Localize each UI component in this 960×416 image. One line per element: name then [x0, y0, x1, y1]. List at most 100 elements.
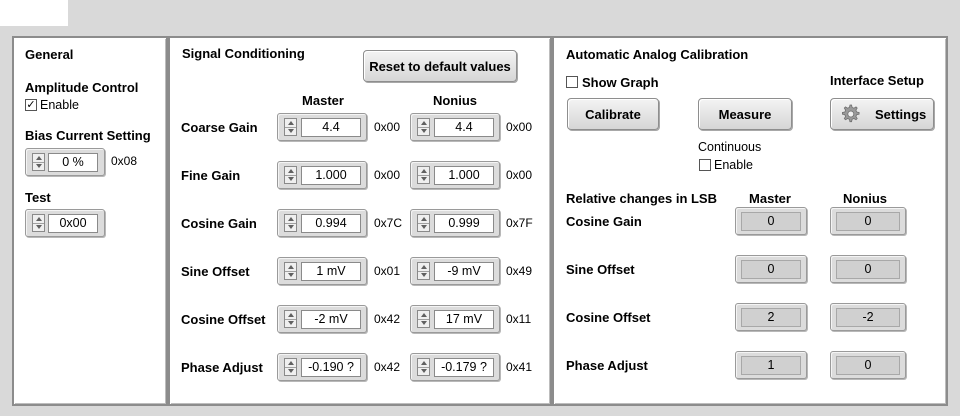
fine-gain-master-hex: 0x00: [374, 168, 401, 182]
cosine-gain-master-control[interactable]: 0.994: [277, 209, 367, 237]
fine-gain-nonius-input[interactable]: 1.000: [434, 166, 494, 185]
cosine-offset-master-input[interactable]: -2 mV: [301, 310, 361, 329]
master-header: Master: [302, 93, 344, 108]
cosine-offset-master-hex: 0x42: [374, 312, 401, 326]
bias-current-label: Bias Current Setting: [25, 128, 151, 143]
auto-master-header: Master: [749, 191, 791, 206]
spinner-arrows-icon[interactable]: [417, 358, 430, 376]
cosine-offset-master-control[interactable]: -2 mV: [277, 305, 367, 333]
coarse-gain-nonius-input[interactable]: 4.4: [434, 118, 494, 137]
coarse-gain-master-input[interactable]: 4.4: [301, 118, 361, 137]
spinner-arrows-icon[interactable]: [284, 214, 297, 232]
lsb-cosine-gain-nonius-value: 0: [836, 212, 900, 231]
bias-current-input[interactable]: 0 %: [48, 153, 98, 172]
continuous-enable-checkbox[interactable]: [699, 159, 711, 171]
amplitude-enable-label: Enable: [40, 98, 79, 112]
checkmark-icon: ✓: [26, 99, 36, 111]
phase-adjust-master-hex: 0x42: [374, 360, 401, 374]
cosine-gain-master-hex: 0x7C: [374, 216, 403, 230]
lsb-phase-adjust-master-indicator: 1: [735, 351, 807, 379]
general-title: General: [25, 47, 74, 62]
calibrate-button[interactable]: Calibrate: [567, 98, 659, 130]
sine-offset-nonius-control[interactable]: -9 mV: [410, 257, 500, 285]
lsb-sine-offset-master-indicator: 0: [735, 255, 807, 283]
nonius-header: Nonius: [432, 93, 478, 108]
continuous-enable-label: Enable: [714, 158, 753, 172]
coarse-gain-master-hex: 0x00: [374, 120, 401, 134]
gear-icon: [842, 104, 860, 123]
cosine-offset-nonius-control[interactable]: 17 mV: [410, 305, 500, 333]
top-strip: [0, 0, 960, 26]
spinner-arrows-icon[interactable]: [32, 153, 45, 171]
general-panel: General Amplitude Control ✓ Enable Bias …: [12, 36, 168, 406]
cosine-gain-nonius-hex: 0x7F: [506, 216, 533, 230]
sine-offset-label: Sine Offset: [181, 264, 250, 279]
lsb-cosine-gain-label: Cosine Gain: [566, 214, 642, 229]
sine-offset-master-control[interactable]: 1 mV: [277, 257, 367, 285]
coarse-gain-nonius-control[interactable]: 4.4: [410, 113, 500, 141]
cosine-gain-master-input[interactable]: 0.994: [301, 214, 361, 233]
spinner-arrows-icon[interactable]: [32, 214, 45, 232]
spinner-arrows-icon[interactable]: [417, 262, 430, 280]
sine-offset-nonius-hex: 0x49: [506, 264, 533, 278]
lsb-cosine-gain-nonius-indicator: 0: [830, 207, 906, 235]
sine-offset-master-input[interactable]: 1 mV: [301, 262, 361, 281]
lsb-cosine-gain-master-value: 0: [741, 212, 801, 231]
interface-setup-label: Interface Setup: [830, 73, 924, 88]
fine-gain-master-control[interactable]: 1.000: [277, 161, 367, 189]
settings-button-label: Settings: [875, 106, 927, 122]
reset-defaults-button[interactable]: Reset to default values: [363, 50, 517, 82]
phase-adjust-master-input[interactable]: -0.190 ?: [301, 358, 361, 377]
lsb-sine-offset-master-value: 0: [741, 260, 801, 279]
fine-gain-nonius-control[interactable]: 1.000: [410, 161, 500, 189]
lsb-cosine-offset-master-value: 2: [741, 308, 801, 327]
spinner-arrows-icon[interactable]: [417, 118, 430, 136]
cosine-gain-nonius-control[interactable]: 0.999: [410, 209, 500, 237]
lsb-phase-adjust-master-value: 1: [741, 356, 801, 375]
continuous-label: Continuous: [698, 140, 762, 154]
coarse-gain-label: Coarse Gain: [181, 120, 258, 135]
spinner-arrows-icon[interactable]: [417, 214, 430, 232]
spinner-arrows-icon[interactable]: [284, 358, 297, 376]
spinner-arrows-icon[interactable]: [284, 118, 297, 136]
lsb-phase-adjust-label: Phase Adjust: [566, 358, 648, 373]
cosine-offset-label: Cosine Offset: [181, 312, 266, 327]
lsb-cosine-offset-nonius-value: -2: [836, 308, 900, 327]
bias-current-hex: 0x08: [111, 154, 138, 168]
signal-conditioning-panel: Signal Conditioning Reset to default val…: [168, 36, 552, 406]
fine-gain-label: Fine Gain: [181, 168, 241, 183]
measure-button[interactable]: Measure: [698, 98, 792, 130]
amplitude-enable-checkbox[interactable]: ✓: [25, 99, 37, 111]
coarse-gain-master-control[interactable]: 4.4: [277, 113, 367, 141]
settings-button[interactable]: Settings: [830, 98, 934, 130]
fine-gain-nonius-hex: 0x00: [506, 168, 533, 182]
lsb-sine-offset-nonius-indicator: 0: [830, 255, 906, 283]
sine-offset-master-hex: 0x01: [374, 264, 401, 278]
lsb-cosine-offset-master-indicator: 2: [735, 303, 807, 331]
sine-offset-nonius-input[interactable]: -9 mV: [434, 262, 494, 281]
cosine-offset-nonius-input[interactable]: 17 mV: [434, 310, 494, 329]
phase-adjust-nonius-hex: 0x41: [506, 360, 533, 374]
test-input[interactable]: 0x00: [48, 214, 98, 233]
fine-gain-master-input[interactable]: 1.000: [301, 166, 361, 185]
phase-adjust-nonius-input[interactable]: -0.179 ?: [434, 358, 494, 377]
spinner-arrows-icon[interactable]: [284, 262, 297, 280]
cosine-gain-label: Cosine Gain: [181, 216, 257, 231]
spinner-arrows-icon[interactable]: [417, 166, 430, 184]
test-label: Test: [25, 190, 51, 205]
bias-current-control[interactable]: 0 %: [25, 148, 105, 176]
coarse-gain-nonius-hex: 0x00: [506, 120, 533, 134]
test-control[interactable]: 0x00: [25, 209, 105, 237]
auto-calibration-panel: Automatic Analog Calibration Show Graph …: [552, 36, 948, 406]
signal-conditioning-title: Signal Conditioning: [182, 46, 305, 61]
relative-changes-title: Relative changes in LSB: [566, 191, 717, 206]
phase-adjust-nonius-control[interactable]: -0.179 ?: [410, 353, 500, 381]
spinner-arrows-icon[interactable]: [284, 166, 297, 184]
lsb-phase-adjust-nonius-value: 0: [836, 356, 900, 375]
show-graph-checkbox[interactable]: [566, 76, 578, 88]
cosine-gain-nonius-input[interactable]: 0.999: [434, 214, 494, 233]
phase-adjust-master-control[interactable]: -0.190 ?: [277, 353, 367, 381]
spinner-arrows-icon[interactable]: [284, 310, 297, 328]
lsb-cosine-offset-label: Cosine Offset: [566, 310, 651, 325]
spinner-arrows-icon[interactable]: [417, 310, 430, 328]
